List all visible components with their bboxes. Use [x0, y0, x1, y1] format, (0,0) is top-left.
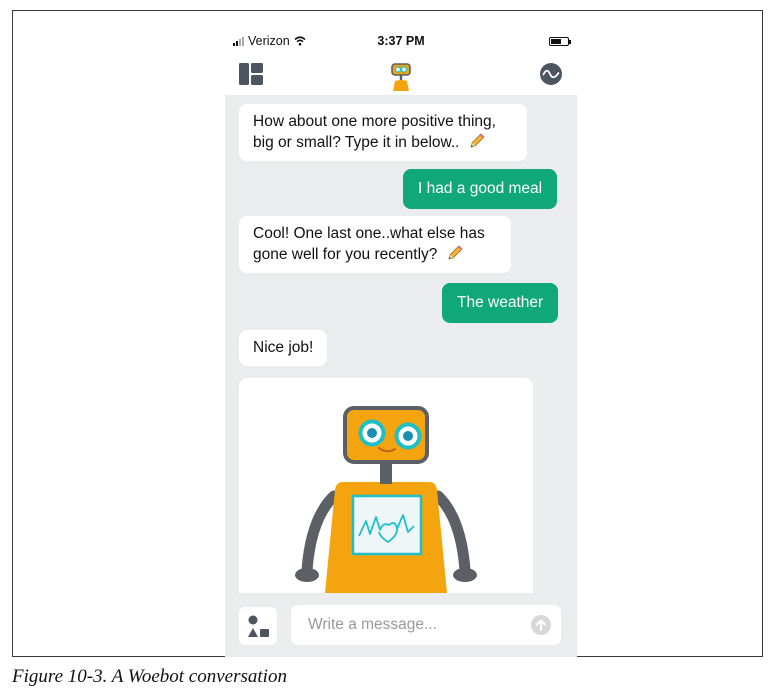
- figure-caption: Figure 10-3. A Woebot conversation: [12, 666, 287, 687]
- figure-frame: Verizon 3:37 PM How about one more posit…: [12, 10, 763, 657]
- battery-icon: [549, 37, 571, 46]
- robot-illustration: [295, 406, 477, 593]
- chat-area: How about one more positive thing, big o…: [225, 95, 577, 657]
- dashboard-icon[interactable]: [237, 60, 265, 88]
- status-time: 3:37 PM: [377, 34, 425, 48]
- user-message: I had a good meal: [403, 169, 558, 209]
- send-arrow-icon[interactable]: [531, 615, 551, 635]
- woebot-robot-image: [239, 378, 533, 593]
- bot-message: How about one more positive thing, big o…: [239, 104, 527, 161]
- mood-tracker-icon[interactable]: [539, 62, 563, 86]
- bot-message: Nice job!: [239, 330, 328, 366]
- bot-message-text: How about one more positive thing, big o…: [253, 113, 496, 151]
- shapes-icon[interactable]: [239, 607, 277, 645]
- pencil-emoji-icon: [448, 245, 463, 260]
- pencil-emoji-icon: [470, 133, 485, 148]
- phone-screen: Verizon 3:37 PM How about one more posit…: [225, 25, 577, 657]
- woebot-logo-icon: [391, 63, 411, 91]
- top-nav: [225, 59, 577, 95]
- bot-message: Cool! One last one..what else has gone w…: [239, 216, 511, 273]
- message-input[interactable]: [291, 605, 561, 645]
- composer-bar: [225, 595, 577, 657]
- user-message: The weather: [442, 283, 559, 323]
- status-bar: Verizon 3:37 PM: [225, 25, 577, 59]
